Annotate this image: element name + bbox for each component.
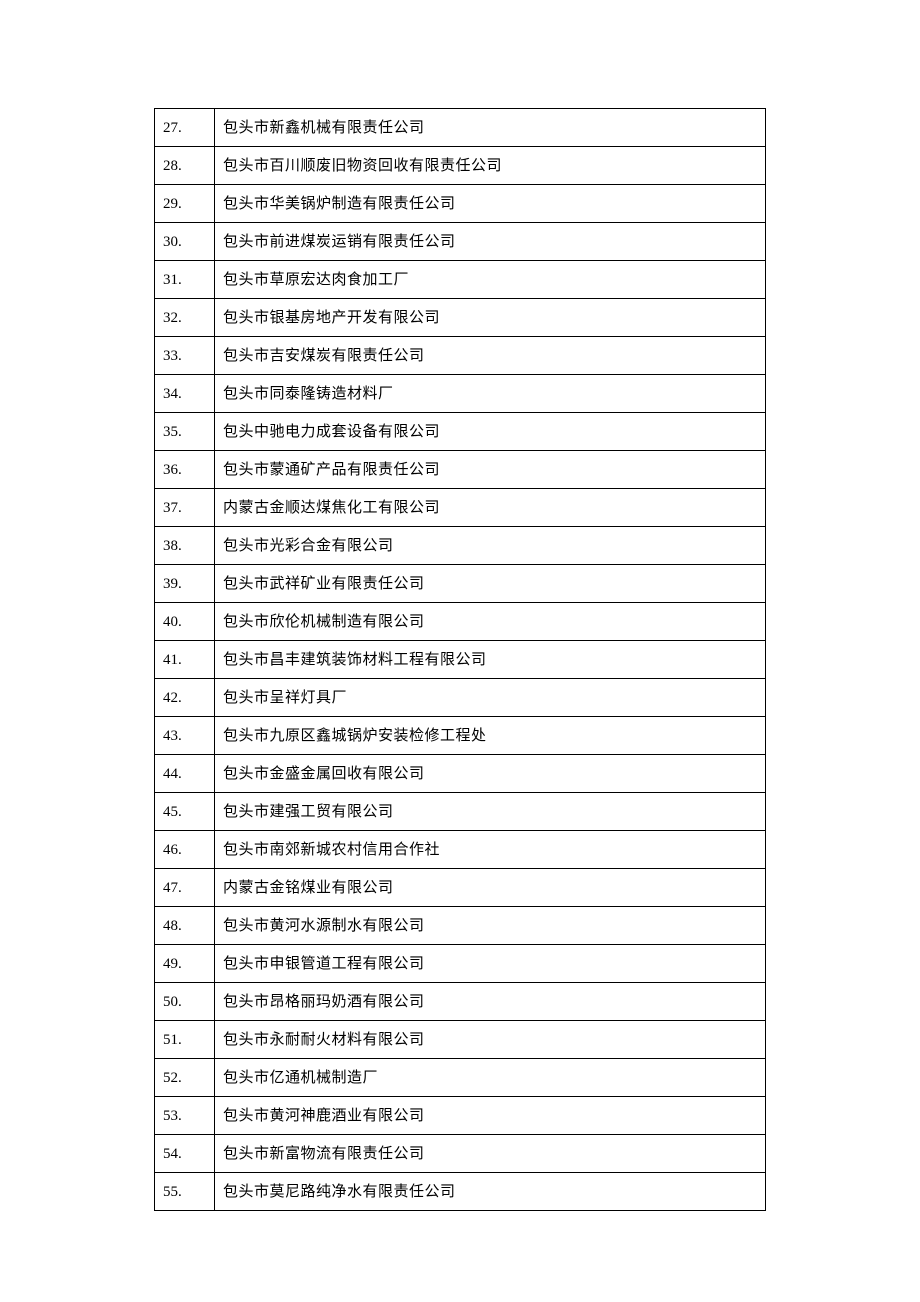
table-row: 35.包头中驰电力成套设备有限公司 xyxy=(155,413,766,451)
company-name: 包头市草原宏达肉食加工厂 xyxy=(214,261,765,299)
company-name: 包头市华美锅炉制造有限责任公司 xyxy=(214,185,765,223)
row-number: 43. xyxy=(155,717,215,755)
row-number: 54. xyxy=(155,1135,215,1173)
company-name: 包头市永耐耐火材料有限公司 xyxy=(214,1021,765,1059)
company-name: 内蒙古金铭煤业有限公司 xyxy=(214,869,765,907)
company-name: 包头市蒙通矿产品有限责任公司 xyxy=(214,451,765,489)
table-row: 52.包头市亿通机械制造厂 xyxy=(155,1059,766,1097)
row-number: 39. xyxy=(155,565,215,603)
company-name: 包头市新富物流有限责任公司 xyxy=(214,1135,765,1173)
company-name: 包头市九原区鑫城锅炉安装检修工程处 xyxy=(214,717,765,755)
table-row: 37.内蒙古金顺达煤焦化工有限公司 xyxy=(155,489,766,527)
row-number: 46. xyxy=(155,831,215,869)
table-row: 43.包头市九原区鑫城锅炉安装检修工程处 xyxy=(155,717,766,755)
table-row: 47.内蒙古金铭煤业有限公司 xyxy=(155,869,766,907)
company-name: 包头市南郊新城农村信用合作社 xyxy=(214,831,765,869)
row-number: 48. xyxy=(155,907,215,945)
table-row: 53.包头市黄河神鹿酒业有限公司 xyxy=(155,1097,766,1135)
table-row: 30.包头市前进煤炭运销有限责任公司 xyxy=(155,223,766,261)
row-number: 29. xyxy=(155,185,215,223)
table-row: 40.包头市欣伦机械制造有限公司 xyxy=(155,603,766,641)
table-row: 36.包头市蒙通矿产品有限责任公司 xyxy=(155,451,766,489)
row-number: 53. xyxy=(155,1097,215,1135)
row-number: 36. xyxy=(155,451,215,489)
company-name: 包头市金盛金属回收有限公司 xyxy=(214,755,765,793)
company-name: 包头市建强工贸有限公司 xyxy=(214,793,765,831)
company-name: 包头市莫尼路纯净水有限责任公司 xyxy=(214,1173,765,1211)
row-number: 55. xyxy=(155,1173,215,1211)
table-row: 39.包头市武祥矿业有限责任公司 xyxy=(155,565,766,603)
row-number: 32. xyxy=(155,299,215,337)
row-number: 49. xyxy=(155,945,215,983)
row-number: 35. xyxy=(155,413,215,451)
row-number: 28. xyxy=(155,147,215,185)
table-row: 46.包头市南郊新城农村信用合作社 xyxy=(155,831,766,869)
table-row: 32.包头市银基房地产开发有限公司 xyxy=(155,299,766,337)
table-row: 41.包头市昌丰建筑装饰材料工程有限公司 xyxy=(155,641,766,679)
table-row: 55.包头市莫尼路纯净水有限责任公司 xyxy=(155,1173,766,1211)
company-name: 包头市黄河神鹿酒业有限公司 xyxy=(214,1097,765,1135)
table-row: 34.包头市同泰隆铸造材料厂 xyxy=(155,375,766,413)
table-row: 50.包头市昂格丽玛奶酒有限公司 xyxy=(155,983,766,1021)
company-name: 包头市欣伦机械制造有限公司 xyxy=(214,603,765,641)
row-number: 47. xyxy=(155,869,215,907)
row-number: 40. xyxy=(155,603,215,641)
table-row: 54.包头市新富物流有限责任公司 xyxy=(155,1135,766,1173)
row-number: 37. xyxy=(155,489,215,527)
table-body: 27.包头市新鑫机械有限责任公司28.包头市百川顺废旧物资回收有限责任公司29.… xyxy=(155,109,766,1211)
company-name: 包头市申银管道工程有限公司 xyxy=(214,945,765,983)
company-name: 包头市昌丰建筑装饰材料工程有限公司 xyxy=(214,641,765,679)
row-number: 45. xyxy=(155,793,215,831)
company-name: 包头市银基房地产开发有限公司 xyxy=(214,299,765,337)
row-number: 51. xyxy=(155,1021,215,1059)
table-row: 33.包头市吉安煤炭有限责任公司 xyxy=(155,337,766,375)
row-number: 38. xyxy=(155,527,215,565)
company-name: 包头市呈祥灯具厂 xyxy=(214,679,765,717)
table-row: 29.包头市华美锅炉制造有限责任公司 xyxy=(155,185,766,223)
row-number: 41. xyxy=(155,641,215,679)
table-row: 27.包头市新鑫机械有限责任公司 xyxy=(155,109,766,147)
row-number: 50. xyxy=(155,983,215,1021)
table-row: 28.包头市百川顺废旧物资回收有限责任公司 xyxy=(155,147,766,185)
company-name: 包头市黄河水源制水有限公司 xyxy=(214,907,765,945)
row-number: 34. xyxy=(155,375,215,413)
table-row: 48.包头市黄河水源制水有限公司 xyxy=(155,907,766,945)
row-number: 52. xyxy=(155,1059,215,1097)
table-row: 31.包头市草原宏达肉食加工厂 xyxy=(155,261,766,299)
table-row: 42.包头市呈祥灯具厂 xyxy=(155,679,766,717)
table-row: 38.包头市光彩合金有限公司 xyxy=(155,527,766,565)
company-name: 包头市光彩合金有限公司 xyxy=(214,527,765,565)
company-name: 包头市武祥矿业有限责任公司 xyxy=(214,565,765,603)
table-row: 49.包头市申银管道工程有限公司 xyxy=(155,945,766,983)
row-number: 33. xyxy=(155,337,215,375)
company-name: 包头市吉安煤炭有限责任公司 xyxy=(214,337,765,375)
table-row: 51.包头市永耐耐火材料有限公司 xyxy=(155,1021,766,1059)
company-name: 包头市新鑫机械有限责任公司 xyxy=(214,109,765,147)
company-name: 包头市亿通机械制造厂 xyxy=(214,1059,765,1097)
company-name: 包头市前进煤炭运销有限责任公司 xyxy=(214,223,765,261)
table-row: 45.包头市建强工贸有限公司 xyxy=(155,793,766,831)
company-name: 包头中驰电力成套设备有限公司 xyxy=(214,413,765,451)
row-number: 27. xyxy=(155,109,215,147)
company-table: 27.包头市新鑫机械有限责任公司28.包头市百川顺废旧物资回收有限责任公司29.… xyxy=(154,108,766,1211)
row-number: 44. xyxy=(155,755,215,793)
row-number: 30. xyxy=(155,223,215,261)
company-name: 包头市同泰隆铸造材料厂 xyxy=(214,375,765,413)
row-number: 31. xyxy=(155,261,215,299)
company-name: 内蒙古金顺达煤焦化工有限公司 xyxy=(214,489,765,527)
table-row: 44.包头市金盛金属回收有限公司 xyxy=(155,755,766,793)
row-number: 42. xyxy=(155,679,215,717)
company-name: 包头市百川顺废旧物资回收有限责任公司 xyxy=(214,147,765,185)
company-name: 包头市昂格丽玛奶酒有限公司 xyxy=(214,983,765,1021)
